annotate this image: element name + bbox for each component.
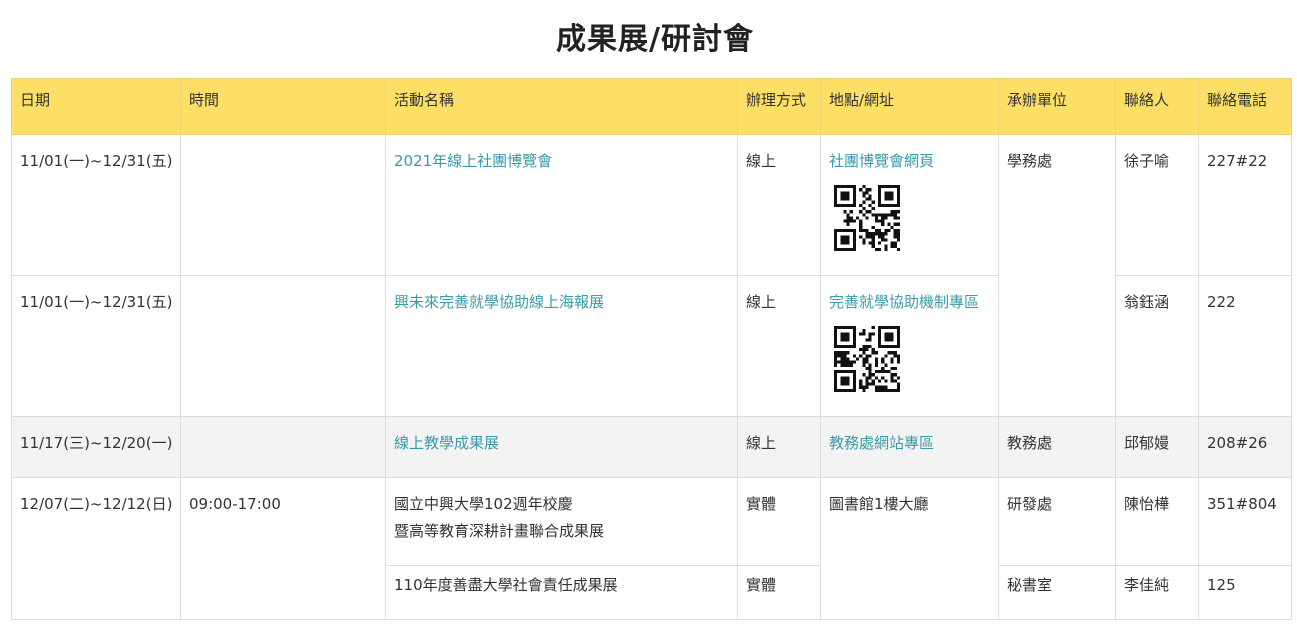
header-location: 地點/網址: [820, 78, 999, 135]
cell-phone: 227#22: [1198, 134, 1292, 276]
cell-unit: 研發處: [998, 477, 1116, 566]
cell-phone: 208#26: [1198, 416, 1292, 478]
table-header-row: 日期 時間 活動名稱 辦理方式 地點/網址 承辦單位 聯絡人 聯絡電話: [11, 78, 1292, 135]
cell-location: 教務處網站專區: [820, 416, 999, 478]
cell-phone: 351#804: [1198, 477, 1292, 566]
header-date: 日期: [11, 78, 181, 135]
cell-event-name: 110年度善盡大學社會責任成果展: [385, 565, 738, 620]
cell-phone: 222: [1198, 275, 1292, 417]
cell-mode: 實體: [737, 565, 821, 620]
cell-location: 圖書館1樓大廳: [820, 477, 999, 620]
header-contact: 聯絡人: [1115, 78, 1199, 135]
cell-mode: 實體: [737, 477, 821, 566]
cell-contact: 邱郁嫚: [1115, 416, 1199, 478]
cell-time: [180, 275, 386, 417]
event-link[interactable]: 線上教學成果展: [394, 434, 499, 452]
location-link[interactable]: 完善就學協助機制專區: [829, 293, 979, 311]
cell-time: [180, 134, 386, 276]
qr-code-icon: [834, 185, 900, 251]
location-link[interactable]: 社團博覽會網頁: [829, 152, 934, 170]
cell-date: 11/01(一)~12/31(五): [11, 134, 181, 276]
cell-date: 12/07(二)~12/12(日): [11, 477, 181, 620]
event-name-line: 國立中興大學102週年校慶: [394, 495, 573, 513]
cell-unit: 學務處: [998, 134, 1116, 417]
cell-contact: 李佳純: [1115, 565, 1199, 620]
header-event-name: 活動名稱: [385, 78, 738, 135]
table-row: 11/17(三)~12/20(一) 線上教學成果展 線上 教務處網站專區 教務處…: [11, 416, 1292, 478]
cell-mode: 線上: [737, 134, 821, 276]
cell-event-name: 國立中興大學102週年校慶 暨高等教育深耕計畫聯合成果展: [385, 477, 738, 566]
header-unit: 承辦單位: [998, 78, 1116, 135]
header-mode: 辦理方式: [737, 78, 821, 135]
cell-phone: 125: [1198, 565, 1292, 620]
cell-contact: 陳怡樺: [1115, 477, 1199, 566]
cell-location: 社團博覽會網頁: [820, 134, 999, 276]
location-link[interactable]: 教務處網站專區: [829, 434, 934, 452]
cell-mode: 線上: [737, 275, 821, 417]
page-title: 成果展/研討會: [556, 22, 754, 57]
event-name-line: 暨高等教育深耕計畫聯合成果展: [394, 522, 605, 540]
cell-date: 11/01(一)~12/31(五): [11, 275, 181, 417]
cell-contact: 翁鈺涵: [1115, 275, 1199, 417]
cell-unit: 教務處: [998, 416, 1116, 478]
event-link[interactable]: 興未來完善就學協助線上海報展: [394, 293, 604, 311]
header-time: 時間: [180, 78, 386, 135]
cell-location: 完善就學協助機制專區: [820, 275, 999, 417]
cell-time: 09:00-17:00: [180, 477, 386, 620]
event-link[interactable]: 2021年線上社團博覽會: [394, 152, 552, 170]
header-phone: 聯絡電話: [1198, 78, 1292, 135]
cell-event-name: 線上教學成果展: [385, 416, 738, 478]
cell-event-name: 興未來完善就學協助線上海報展: [385, 275, 738, 417]
cell-unit: 秘書室: [998, 565, 1116, 620]
table-row: 12/07(二)~12/12(日) 09:00-17:00 國立中興大學102週…: [11, 477, 1292, 620]
cell-time: [180, 416, 386, 478]
cell-event-name: 2021年線上社團博覽會: [385, 134, 738, 276]
events-table: 日期 時間 活動名稱 辦理方式 地點/網址 承辦單位 聯絡人 聯絡電話 11/0…: [11, 78, 1292, 620]
cell-mode: 線上: [737, 416, 821, 478]
table-row: 11/01(一)~12/31(五) 2021年線上社團博覽會 線上 社團博覽會網…: [11, 134, 1292, 417]
cell-contact: 徐子喻: [1115, 134, 1199, 276]
qr-code-icon: [834, 326, 900, 392]
cell-date: 11/17(三)~12/20(一): [11, 416, 181, 478]
